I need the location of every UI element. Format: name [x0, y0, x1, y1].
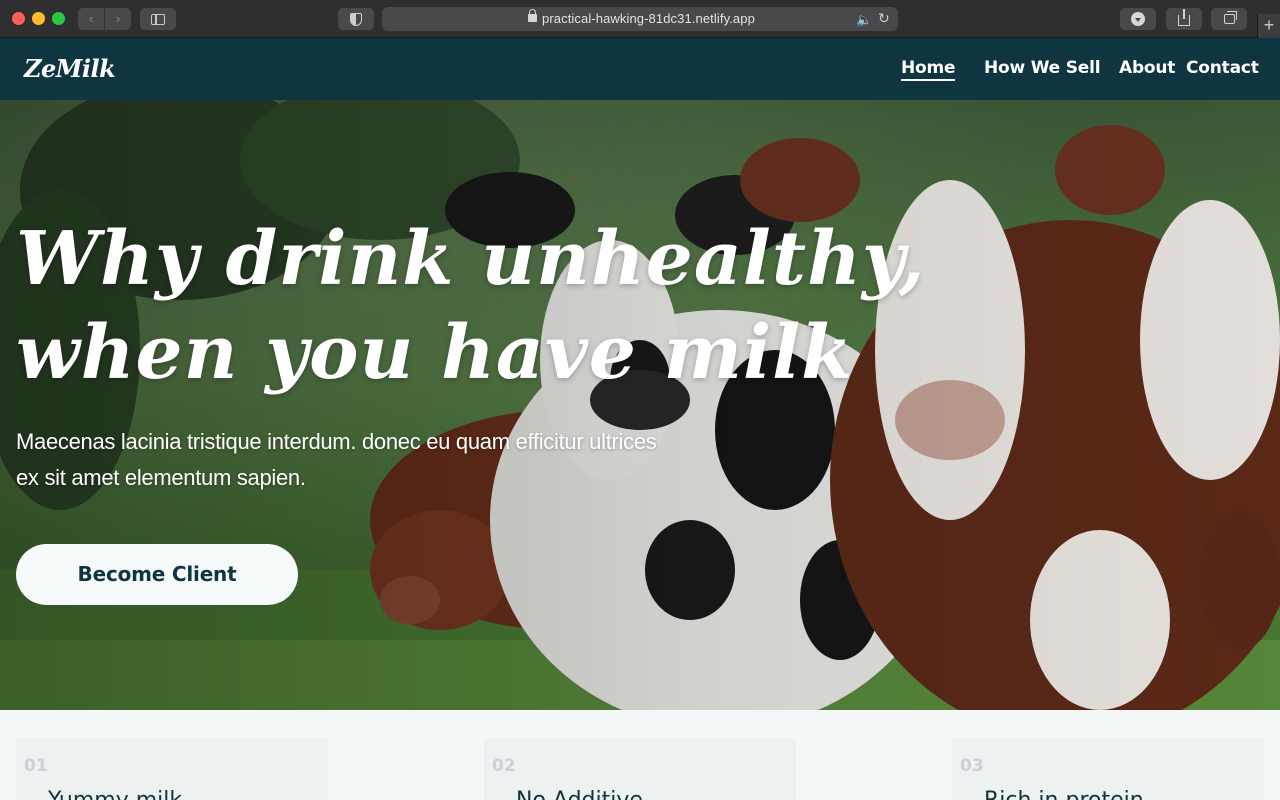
hero-title-line-1: Why drink unhealthy,: [16, 216, 926, 302]
chevron-left-icon: ‹: [88, 11, 94, 26]
browser-toolbar: ‹ › practical-hawking-81dc31.netlify.app…: [0, 0, 1280, 38]
feature-card: 01 Yummy milk: [16, 738, 328, 800]
hero-title-line-2: when you have milk: [16, 310, 854, 396]
feature-title: No Additive: [516, 788, 643, 800]
feature-title: Yummy milk: [48, 788, 182, 800]
feature-title: Rich in protein: [984, 788, 1144, 800]
feature-card: 03 Rich in protein: [952, 738, 1264, 800]
url-text: practical-hawking-81dc31.netlify.app: [542, 11, 755, 26]
hero-subtitle: Maecenas lacinia tristique interdum. don…: [16, 429, 657, 490]
site-logo[interactable]: ZeMilk: [24, 54, 116, 83]
nav-link-about[interactable]: About: [1119, 58, 1175, 78]
tab-overview-button[interactable]: [1211, 8, 1247, 30]
site-header: ZeMilk Home How We Sell About Contact: [0, 38, 1280, 100]
hero-section: Why drink unhealthy, when you have milk …: [0, 100, 1280, 710]
chevron-right-icon: ›: [115, 11, 121, 26]
sidebar-icon: [151, 14, 165, 25]
back-button[interactable]: ‹: [78, 8, 104, 30]
feature-card: 02 No Additive: [484, 738, 796, 800]
tabs-icon: [1224, 11, 1237, 24]
shield-icon: [350, 13, 362, 26]
new-tab-button[interactable]: +: [1257, 14, 1280, 38]
reload-icon[interactable]: ↻: [878, 10, 890, 27]
share-button[interactable]: [1166, 8, 1202, 30]
privacy-report-button[interactable]: [338, 8, 374, 30]
feature-number: 03: [960, 756, 984, 776]
hero-title: Why drink unhealthy, when you have milk: [16, 212, 1016, 400]
download-icon: [1131, 12, 1145, 26]
speaker-icon[interactable]: 🔈: [856, 12, 872, 28]
nav-link-how-we-sell[interactable]: How We Sell: [984, 58, 1101, 78]
fullscreen-window-button[interactable]: [52, 12, 65, 25]
hero-overlay: [0, 100, 1280, 710]
features-section: 01 Yummy milk 02 No Additive 03 Rich in …: [0, 710, 1280, 800]
forward-button[interactable]: ›: [105, 8, 131, 30]
plus-icon: +: [1263, 15, 1275, 35]
feature-number: 01: [24, 756, 48, 776]
downloads-button[interactable]: [1120, 8, 1156, 30]
sidebar-toggle-button[interactable]: [140, 8, 176, 30]
close-window-button[interactable]: [12, 12, 25, 25]
lock-icon: [528, 9, 537, 22]
minimize-window-button[interactable]: [32, 12, 45, 25]
nav-link-home[interactable]: Home: [901, 58, 956, 81]
become-client-button[interactable]: Become Client: [16, 544, 298, 605]
feature-number: 02: [492, 756, 516, 776]
address-bar[interactable]: practical-hawking-81dc31.netlify.app 🔈 ↻: [382, 7, 898, 31]
nav-link-contact[interactable]: Contact: [1186, 58, 1259, 78]
share-icon: [1178, 9, 1190, 26]
